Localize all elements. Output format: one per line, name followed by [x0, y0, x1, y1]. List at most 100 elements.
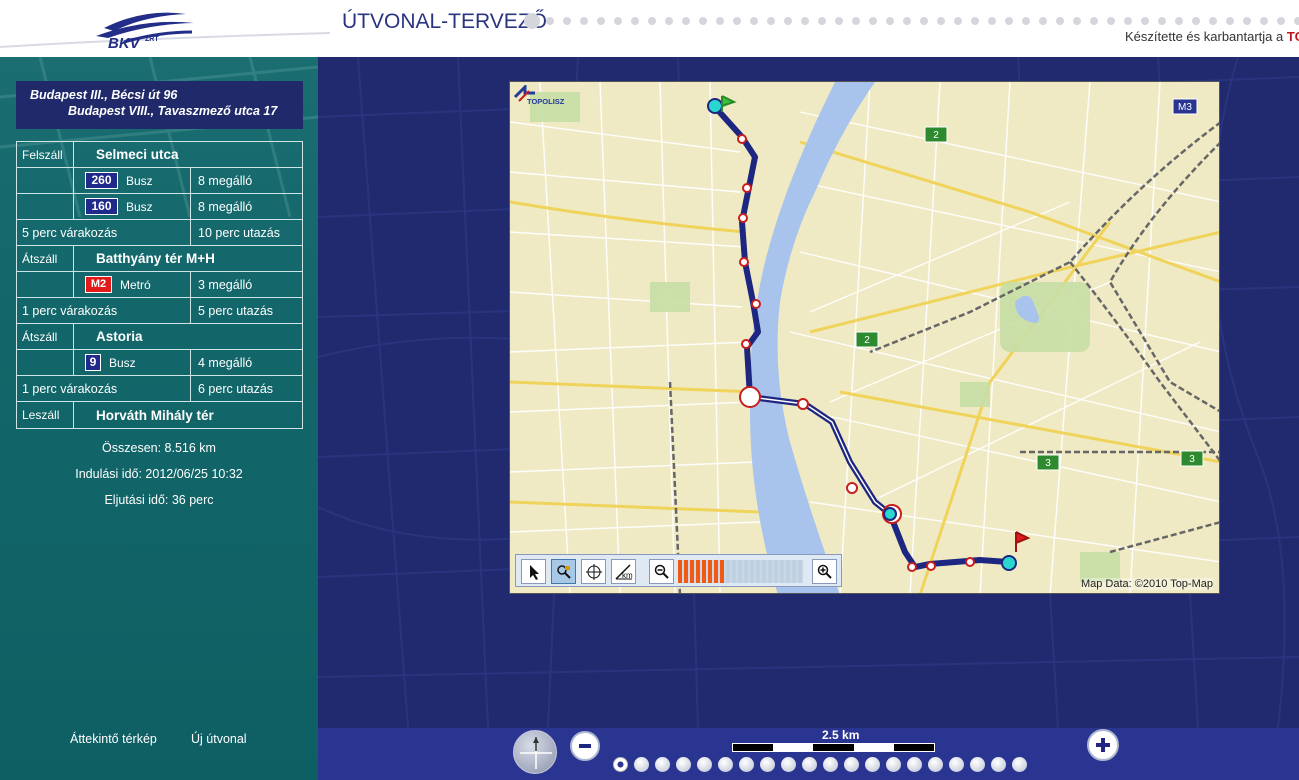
vehicle-type: Metró	[120, 277, 151, 292]
credit-brand[interactable]: TOP	[1287, 29, 1299, 44]
itinerary-line-row: 260 Busz 8 megálló	[17, 168, 302, 194]
itinerary-stop-row: Átszáll Batthyány tér M+H	[17, 246, 302, 272]
app-title: ÚTVONAL-TERVEZŐ	[342, 10, 547, 33]
credit-label: Készítette és karbantartja a	[1125, 29, 1284, 44]
stop-action: Átszáll	[17, 324, 74, 349]
new-route-link[interactable]: Új útvonal	[191, 732, 247, 746]
zoom-level-dot[interactable]	[991, 757, 1006, 772]
zoom-level-dot[interactable]	[928, 757, 943, 772]
zoom-level-dot[interactable]	[802, 757, 817, 772]
topolisz-logo[interactable]: TOPOLISZ	[513, 83, 575, 107]
zoom-level-dot[interactable]	[697, 757, 712, 772]
zoom-level-dot[interactable]	[739, 757, 754, 772]
scale-label: 2.5 km	[822, 728, 860, 742]
stop-action: Átszáll	[17, 246, 74, 271]
itinerary-line-row: M2 Metró 3 megálló	[17, 272, 302, 298]
itinerary-stop-row: Átszáll Astoria	[17, 324, 302, 350]
travel-time: 6 perc utazás	[198, 381, 274, 396]
stop-name[interactable]: Selmeci utca	[74, 147, 179, 162]
scale-bar	[732, 743, 935, 752]
stop-count: 8 megálló	[198, 173, 253, 188]
zoom-level-dot[interactable]	[676, 757, 691, 772]
zoom-level-dot[interactable]	[907, 757, 922, 772]
wait-time: 5 perc várakozás	[17, 220, 191, 245]
bottom-navigation-bar	[318, 728, 1299, 780]
travel-time: 5 perc utazás	[198, 303, 274, 318]
pointer-tool-button[interactable]	[521, 559, 546, 584]
route-sidebar: Budapest III., Bécsi út 96 Budapest VIII…	[0, 57, 318, 780]
stop-count: 4 megálló	[198, 355, 253, 370]
compass-pan-control[interactable]	[513, 730, 557, 774]
zoom-out-map-button[interactable]	[649, 559, 674, 584]
vehicle-type: Busz	[126, 199, 153, 214]
stop-count: 3 megálló	[198, 277, 253, 292]
start-flag-icon	[721, 95, 737, 112]
route-to: Budapest VIII., Tavaszmező utca 17	[68, 104, 278, 118]
zoom-in-icon	[817, 564, 832, 579]
map-canvas[interactable]: 2 2 3 3 M3	[510, 82, 1220, 594]
minus-icon	[579, 744, 591, 748]
zoom-level-dot[interactable]	[970, 757, 985, 772]
zoom-level-dot[interactable]	[760, 757, 775, 772]
zoom-level-dot[interactable]	[781, 757, 796, 772]
zoom-in-button[interactable]	[1087, 729, 1119, 761]
itinerary-time-row: 5 perc várakozás 10 perc utazás	[17, 220, 302, 246]
zoom-level-dot[interactable]	[865, 757, 880, 772]
route-endpoints: Budapest III., Bécsi út 96 Budapest VIII…	[16, 81, 303, 129]
logo-text: BKV	[108, 35, 142, 52]
itinerary-time-row: 1 perc várakozás 5 perc utazás	[17, 298, 302, 324]
road-sign-m3: M3	[1178, 102, 1192, 113]
start-marker[interactable]	[707, 98, 723, 114]
zoom-in-map-button[interactable]	[812, 559, 837, 584]
zoom-level-dots	[613, 757, 1027, 772]
svg-text:km: km	[622, 571, 633, 580]
zoom-level-dot[interactable]	[886, 757, 901, 772]
bus-line-badge[interactable]: 160	[85, 198, 118, 215]
measure-tool-button[interactable]: km	[611, 559, 636, 584]
map-toolbar: km	[515, 554, 842, 587]
zoom-level-dot[interactable]	[844, 757, 859, 772]
zoom-level-dot[interactable]	[1012, 757, 1027, 772]
zoom-box-tool-button[interactable]	[551, 559, 576, 584]
metro-line-badge[interactable]: M2	[85, 276, 112, 293]
route-from: Budapest III., Bécsi út 96	[30, 88, 178, 102]
pan-tool-button[interactable]	[581, 559, 606, 584]
departure-time: Indulási idő: 2012/06/25 10:32	[75, 467, 243, 481]
zoom-level-dot[interactable]	[634, 757, 649, 772]
stop-action: Felszáll	[17, 142, 74, 167]
header: BKV ZRT ÚTVONAL-TERVEZŐ Készítette és ka…	[0, 0, 1299, 57]
zoom-level-dot[interactable]	[613, 757, 628, 772]
pan-move-icon	[585, 563, 602, 580]
zoom-level-dot[interactable]	[655, 757, 670, 772]
zoom-level-dot[interactable]	[823, 757, 838, 772]
zoom-level-dot[interactable]	[949, 757, 964, 772]
bus-line-badge[interactable]: 260	[85, 172, 118, 189]
end-marker[interactable]	[1001, 555, 1017, 571]
travel-duration: Eljutási idő: 36 perc	[104, 493, 214, 507]
zoom-level-dot[interactable]	[718, 757, 733, 772]
road-sign-2b: 2	[864, 335, 870, 346]
stop-name[interactable]: Horváth Mihály tér	[74, 408, 214, 423]
itinerary-line-row: 9 Busz 4 megálló	[17, 350, 302, 376]
stop-action: Leszáll	[17, 402, 74, 428]
plus-icon	[1096, 738, 1110, 752]
zoom-level-slider[interactable]	[678, 560, 803, 583]
total-distance: Összesen: 8.516 km	[102, 441, 216, 455]
itinerary-table: Felszáll Selmeci utca 260 Busz 8 megálló…	[16, 141, 303, 429]
stop-name[interactable]: Astoria	[74, 329, 143, 344]
bkv-logo[interactable]: BKV ZRT	[74, 6, 204, 52]
route-summary: Összesen: 8.516 km Indulási idő: 2012/06…	[0, 441, 318, 519]
route-map[interactable]: 2 2 3 3 M3 TOPOLISZ km Map Data: ©2010 T…	[509, 81, 1220, 594]
compass-icon	[520, 737, 552, 769]
zoom-out-button[interactable]	[570, 731, 600, 761]
vehicle-type: Busz	[126, 173, 153, 188]
map-attribution: Map Data: ©2010 Top-Map	[1080, 578, 1213, 590]
overview-map-link[interactable]: Áttekintő térkép	[70, 732, 157, 746]
topolisz-text: TOPOLISZ	[527, 97, 565, 106]
itinerary-stop-row: Felszáll Selmeci utca	[17, 142, 302, 168]
wait-time: 1 perc várakozás	[17, 376, 191, 401]
stop-name[interactable]: Batthyány tér M+H	[74, 251, 215, 266]
road-sign-3a: 3	[1045, 458, 1051, 469]
transfer-marker[interactable]	[883, 507, 897, 521]
bus-line-badge[interactable]: 9	[85, 354, 101, 371]
